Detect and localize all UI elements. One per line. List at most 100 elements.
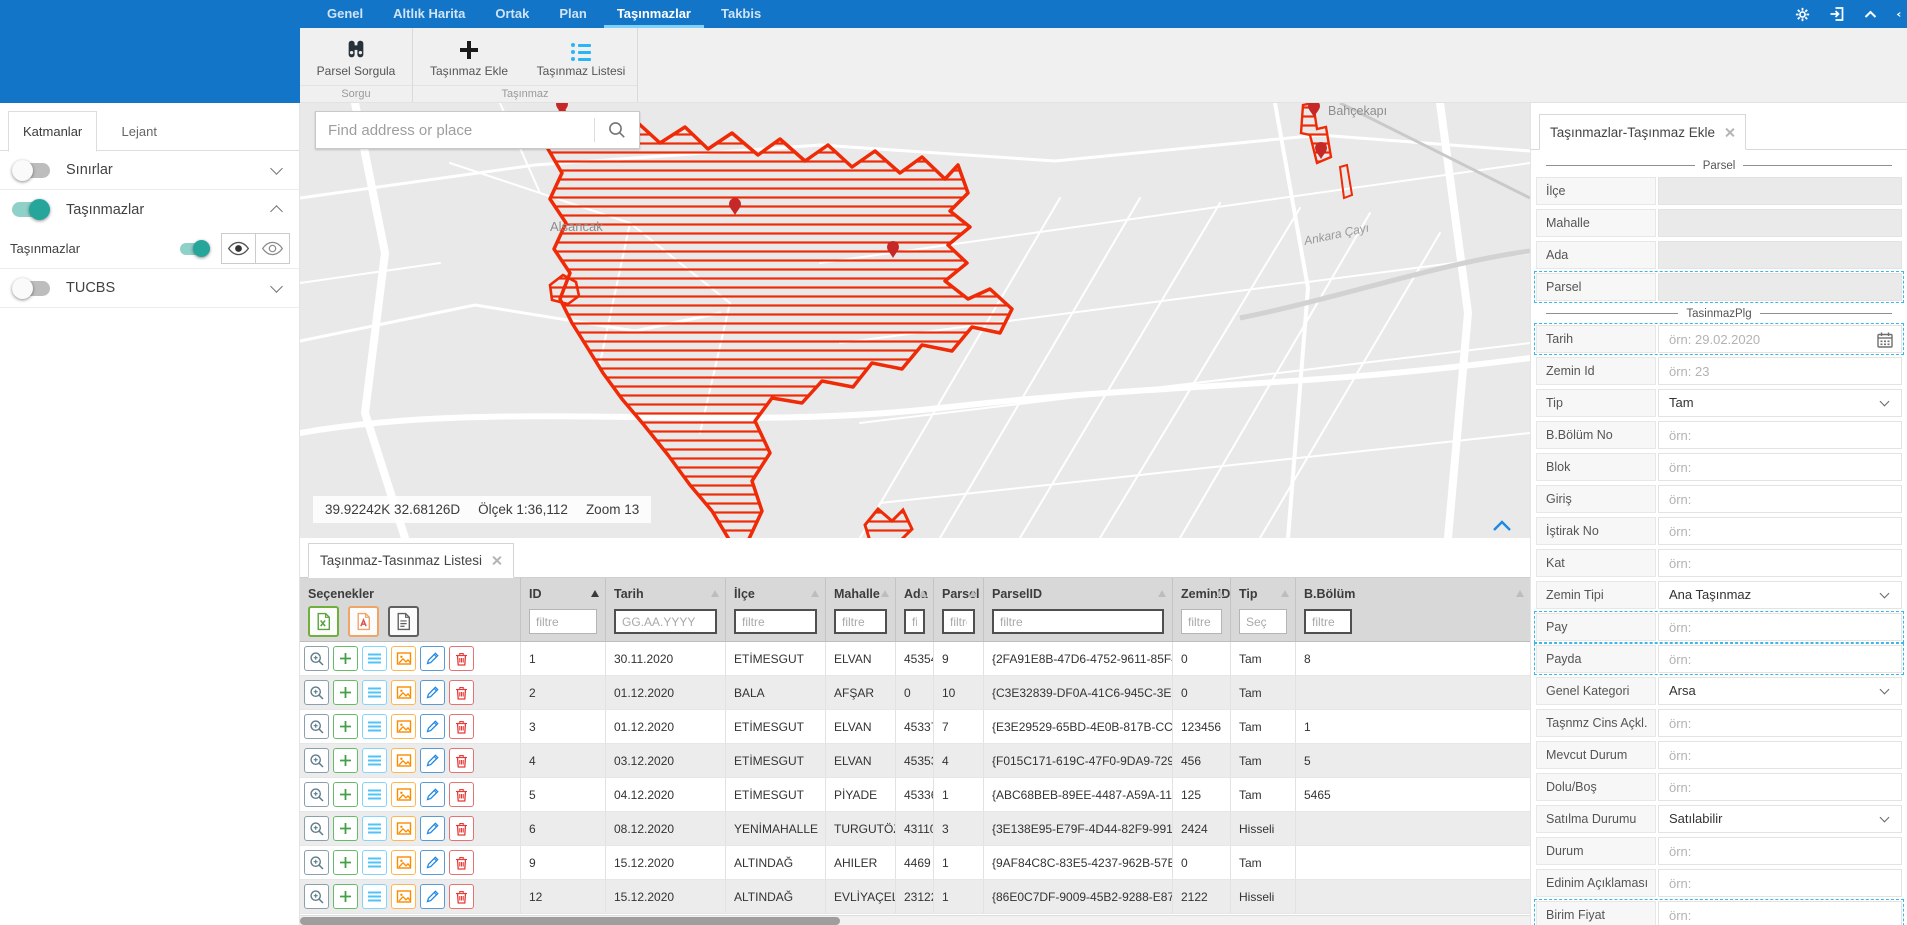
add-row-button[interactable] [333,884,358,909]
input-kat[interactable] [1659,550,1901,576]
list-row-button[interactable] [362,646,387,671]
nav-tab-plan[interactable]: Plan [544,0,601,28]
map-view[interactable]: Alsancak Bahçekapı Ankara Çayı 39.92242K… [300,103,1530,538]
list-row-button[interactable] [362,850,387,875]
collapse-icon[interactable] [1862,6,1879,23]
sort-arrow-icon[interactable] [811,590,819,597]
table-row[interactable]: 915.12.2020ALTINDAĞAHILER44691{9AF84C8C-… [300,846,1530,880]
list-row-button[interactable] [362,680,387,705]
delete-row-button[interactable] [449,782,474,807]
delete-row-button[interactable] [449,714,474,739]
filter-tarih[interactable] [614,609,717,634]
zoom-row-button[interactable] [304,646,329,671]
input-durum[interactable] [1659,838,1901,864]
field-value-tarih[interactable] [1658,325,1902,353]
column-ada[interactable]: Ada [895,578,933,641]
filter-mahalle[interactable] [834,609,887,634]
nav-tab-genel[interactable]: Genel [312,0,378,28]
column-mahalle[interactable]: Mahalle [825,578,895,641]
table-row[interactable]: 608.12.2020YENİMAHALLETURGUTÖZAL431103{3… [300,812,1530,846]
field-value-tip[interactable]: Tam [1658,389,1902,417]
input-istirak-no[interactable] [1659,518,1901,544]
input-b-bolum-no[interactable] [1659,422,1901,448]
more-icon[interactable] [1896,6,1903,23]
delete-row-button[interactable] [449,816,474,841]
zoom-row-button[interactable] [304,782,329,807]
chevron-down-icon[interactable] [270,280,283,293]
input-pay[interactable] [1659,614,1901,640]
nav-tab-altlik-harita[interactable]: Altlık Harita [378,0,480,28]
close-icon[interactable] [1724,127,1735,138]
table-row[interactable]: 403.12.2020ETİMESGUTELVAN453534{F015C171… [300,744,1530,778]
sort-arrow-icon[interactable] [1216,590,1224,597]
sort-arrow-icon[interactable] [591,590,599,597]
input-tarih[interactable] [1659,326,1901,352]
field-value-birim-fiyat[interactable] [1658,901,1902,925]
search-button[interactable] [595,112,639,148]
toggle-tucbs[interactable] [12,281,50,296]
export-pdf-button[interactable] [348,606,379,637]
image-row-button[interactable] [391,680,416,705]
close-icon[interactable] [491,555,502,566]
zoom-row-button[interactable] [304,714,329,739]
filter-tip[interactable] [1239,609,1287,634]
input-giris[interactable] [1659,486,1901,512]
chevron-up-icon[interactable] [270,205,283,218]
input-dolu-bos[interactable] [1659,774,1901,800]
delete-row-button[interactable] [449,646,474,671]
edit-row-button[interactable] [420,816,445,841]
edit-row-button[interactable] [420,714,445,739]
list-row-button[interactable] [362,884,387,909]
filter-parselid[interactable] [992,609,1164,634]
field-value-durum[interactable] [1658,837,1902,865]
sidebar-tab-lejant[interactable]: Lejant [97,111,181,152]
image-row-button[interactable] [391,782,416,807]
map-canvas[interactable]: Alsancak Bahçekapı Ankara Çayı [300,103,1530,538]
image-row-button[interactable] [391,748,416,773]
field-value-blok[interactable] [1658,453,1902,481]
column-parselid[interactable]: ParselID [983,578,1172,641]
filter-b-bolum[interactable] [1304,609,1352,634]
tab-tasinmaz-listesi[interactable]: Taşınmaz-Tasınmaz Listesi [308,543,514,578]
column-tarih[interactable]: Tarih [605,578,725,641]
add-row-button[interactable] [333,680,358,705]
image-row-button[interactable] [391,646,416,671]
input-tasnmz-cins-ackl[interactable] [1659,710,1901,736]
zoom-row-button[interactable] [304,850,329,875]
table-row[interactable]: 201.12.2020BALAAFŞAR010{C3E32839-DF0A-41… [300,676,1530,710]
add-row-button[interactable] [333,782,358,807]
field-value-b-bolum-no[interactable] [1658,421,1902,449]
add-row-button[interactable] [333,714,358,739]
table-row[interactable]: 1215.12.2020ALTINDAĞEVLİYAÇELEBİ231221{8… [300,880,1530,914]
field-value-kat[interactable] [1658,549,1902,577]
image-row-button[interactable] [391,850,416,875]
export-excel-button[interactable] [308,606,339,637]
sort-arrow-icon[interactable] [1281,590,1289,597]
list-row-button[interactable] [362,748,387,773]
calendar-icon[interactable] [1876,331,1894,349]
edit-row-button[interactable] [420,782,445,807]
input-birim-fiyat[interactable] [1659,902,1901,925]
sort-arrow-icon[interactable] [969,590,977,597]
filter-zeminid[interactable] [1181,609,1222,634]
column-b-bolum[interactable]: B.Bölüm [1295,578,1530,641]
chevron-down-icon[interactable] [270,162,283,175]
input-mevcut-durum[interactable] [1659,742,1901,768]
field-value-payda[interactable] [1658,645,1902,673]
column-tip[interactable]: Tip [1230,578,1295,641]
image-row-button[interactable] [391,714,416,739]
toggle-sinirlar[interactable] [12,163,50,178]
table-row[interactable]: 130.11.2020ETİMESGUTELVAN453549{2FA91E8B… [300,642,1530,676]
visibility-on-button[interactable] [221,233,256,264]
delete-row-button[interactable] [449,748,474,773]
field-value-zemin-tipi[interactable]: Ana Taşınmaz [1658,581,1902,609]
toolbar-button-parsel-sorgula[interactable]: Parsel Sorgula [300,28,412,85]
delete-row-button[interactable] [449,850,474,875]
zoom-row-button[interactable] [304,680,329,705]
input-blok[interactable] [1659,454,1901,480]
delete-row-button[interactable] [449,884,474,909]
filter-ada[interactable] [904,609,925,634]
add-row-button[interactable] [333,816,358,841]
edit-row-button[interactable] [420,850,445,875]
sort-arrow-icon[interactable] [1516,590,1524,597]
